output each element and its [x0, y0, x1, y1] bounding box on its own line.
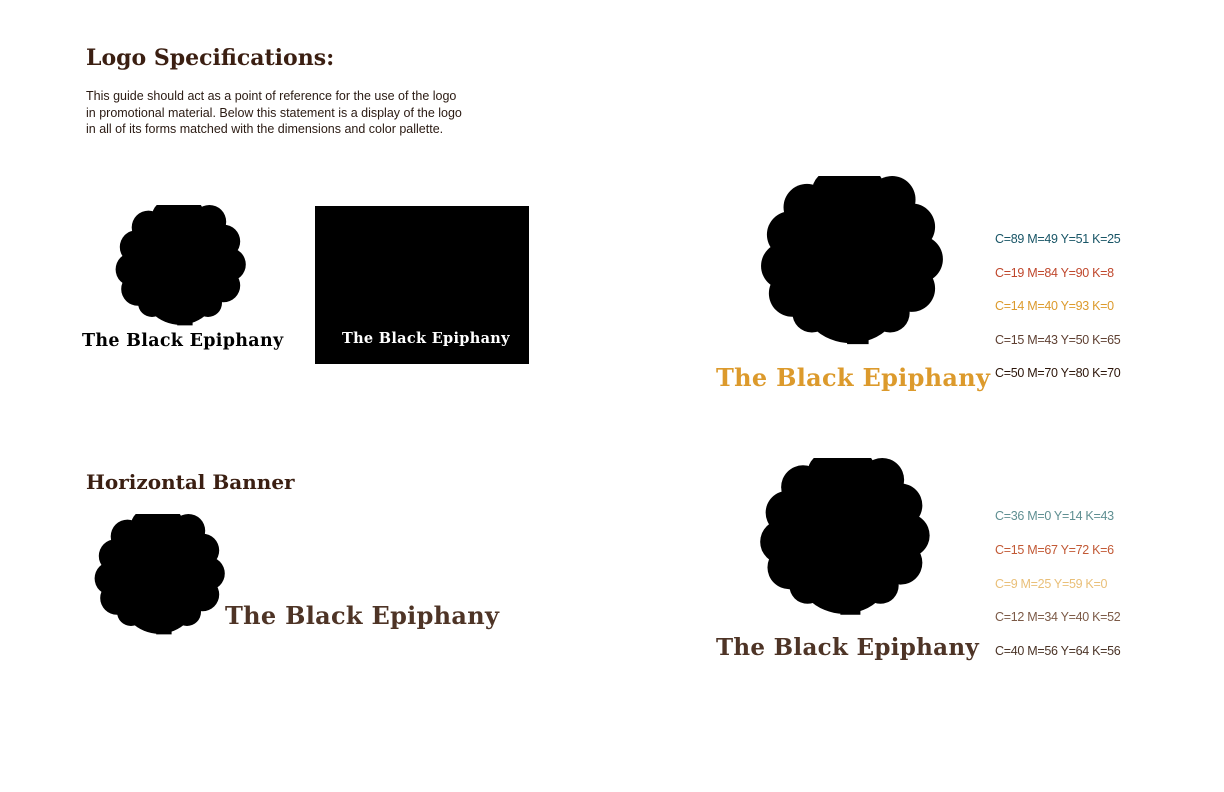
logo-mark-white: .logo-wb .hair { fill:#1a1a1a; stroke:#f… [357, 224, 487, 324]
wordmark-black: The Black Epiphany [82, 331, 284, 351]
swatch-label: C=12 M=34 Y=40 K=52 [995, 610, 1121, 624]
logo-mark-primary: .logo-pc .hair { fill:#5e3f31; } .logo-p… [745, 176, 957, 352]
swatch-label: C=15 M=67 Y=72 K=6 [995, 543, 1114, 557]
wordmark-primary: The Black Epiphany [716, 363, 991, 392]
logo-mark-black: .logo-bw .hair, .logo-bw .globe, .logo-b… [100, 205, 260, 331]
logo-muted-color: .logo-mc .hair { fill:#5b4134; } .logo-m… [746, 458, 942, 622]
logo-black-on-white: .logo-bw .hair, .logo-bw .globe, .logo-b… [100, 205, 260, 331]
swatch-label: C=19 M=84 Y=90 K=8 [995, 266, 1114, 280]
intro-line: in all of its forms matched with the dim… [86, 122, 444, 136]
page-title: Logo Specifications: [86, 45, 335, 71]
wordmark-muted: The Black Epiphany [716, 634, 980, 661]
logo-primary-color: .logo-pc .hair { fill:#5e3f31; } .logo-p… [745, 176, 957, 352]
section-title-banner: Horizontal Banner [86, 470, 295, 494]
intro-paragraph: This guide should act as a point of refe… [86, 88, 506, 138]
logo-mark-muted: .logo-mc .hair { fill:#5b4134; } .logo-m… [746, 458, 942, 622]
swatch-label: C=89 M=49 Y=51 K=25 [995, 232, 1121, 246]
wordmark-white: The Black Epiphany [342, 330, 510, 347]
logo-white-on-black: .logo-wb .hair { fill:#1a1a1a; stroke:#f… [315, 206, 529, 364]
swatch-label: C=9 M=25 Y=59 K=0 [995, 577, 1108, 591]
swatch-label: C=40 M=56 Y=64 K=56 [995, 644, 1121, 658]
swatch-label: C=50 M=70 Y=80 K=70 [995, 366, 1121, 380]
logo-horizontal-banner: .logo-hb .hair { fill:#3f2314; } .logo-h… [84, 514, 234, 640]
swatch-label: C=15 M=43 Y=50 K=65 [995, 333, 1121, 347]
intro-line: in promotional material. Below this stat… [86, 105, 462, 120]
intro-line: This guide should act as a point of refe… [86, 89, 457, 103]
swatch-label: C=36 M=0 Y=14 K=43 [995, 509, 1114, 523]
wordmark-banner: The Black Epiphany [225, 601, 500, 630]
logo-mark-banner: .logo-hb .hair { fill:#3f2314; } .logo-h… [84, 514, 234, 640]
swatch-label: C=14 M=40 Y=93 K=0 [995, 299, 1114, 313]
